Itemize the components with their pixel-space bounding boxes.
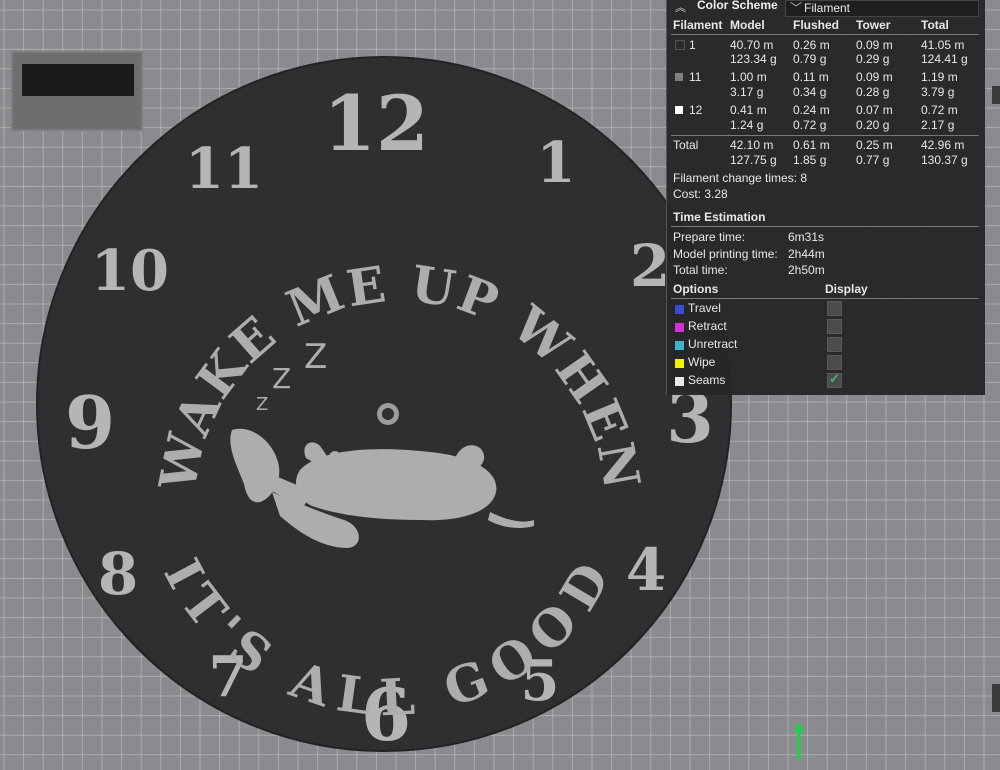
tower-m: 0.09 m: [856, 70, 893, 84]
display-header: Display: [825, 282, 868, 296]
model-m: 0.41 m: [730, 103, 767, 117]
double-chevron-up-icon[interactable]: ︽: [675, 0, 686, 15]
model-g: 123.34 g: [730, 52, 777, 66]
model-g: 1.24 g: [730, 118, 764, 132]
header-flushed: Flushed: [793, 18, 840, 32]
clock-number-1: 1: [537, 130, 576, 196]
checkmark-icon: ✓: [829, 371, 840, 386]
zzz-medium: Z: [272, 362, 291, 395]
model-m: 1.00 m: [730, 70, 767, 84]
retract-display-checkbox[interactable]: [827, 319, 842, 334]
tower-g: 0.28 g: [856, 85, 890, 99]
model-g: 127.75 g: [730, 153, 777, 167]
model-m: 40.70 m: [730, 38, 774, 52]
header-model: Model: [730, 18, 765, 32]
model-printing-time-value: 2h44m: [788, 247, 825, 261]
model-printing-time-label: Model printing time:: [673, 247, 778, 261]
option-label: Retract: [688, 319, 727, 333]
color-scheme-value: Filament: [804, 1, 851, 15]
option-label: Wipe: [688, 355, 716, 369]
total-m: 41.05 m: [921, 38, 965, 52]
right-edge-handle-bottom[interactable]: [992, 684, 1000, 712]
tower-g: 0.29 g: [856, 52, 890, 66]
divider: [671, 298, 979, 299]
cost-value: Cost: 3.28: [673, 187, 728, 201]
secondary-model[interactable]: [11, 51, 143, 131]
model-g: 3.17 g: [730, 85, 764, 99]
zzz-large: Z: [304, 337, 327, 377]
total-g: 130.37 g: [921, 153, 968, 167]
flushed-g: 0.72 g: [793, 118, 827, 132]
filament-swatch: [675, 40, 685, 50]
total-label: Total: [673, 138, 699, 152]
travel-color-swatch: [675, 305, 684, 314]
seams-color-swatch: [675, 377, 684, 386]
total-g: 2.17 g: [921, 118, 955, 132]
divider: [671, 135, 979, 136]
flushed-m: 0.24 m: [793, 103, 830, 117]
chevron-down-icon: ﹀: [790, 1, 803, 15]
flushed-m: 0.26 m: [793, 38, 830, 52]
gcode-legend-panel: ︽ Color Scheme ﹀ Filament Filament Model…: [666, 0, 985, 395]
flushed-g: 1.85 g: [793, 153, 827, 167]
filament-swatch: [675, 73, 683, 81]
flushed-m: 0.11 m: [793, 70, 829, 84]
option-label: Seams: [688, 373, 726, 387]
total-m: 0.72 m: [921, 103, 958, 117]
flushed-g: 0.79 g: [793, 52, 827, 66]
prepare-time-value: 6m31s: [788, 230, 825, 244]
filament-swatch: [675, 106, 683, 114]
clock-number-2: 2: [630, 232, 670, 300]
total-m: 1.19 m: [921, 70, 958, 84]
option-label: Unretract: [688, 337, 738, 351]
retract-color-swatch: [675, 323, 684, 332]
tower-g: 0.20 g: [856, 118, 890, 132]
clock-number-10: 10: [91, 238, 169, 304]
header-filament: Filament: [673, 18, 723, 32]
options-header: Options: [673, 282, 719, 296]
total-time-value: 2h50m: [788, 263, 825, 277]
model-m: 42.10 m: [730, 138, 774, 152]
filament-id: 11: [689, 70, 702, 84]
clock-number-9: 9: [65, 380, 115, 465]
prepare-time-label: Prepare time:: [673, 230, 746, 244]
right-edge-handle-top[interactable]: [992, 86, 1000, 104]
option-label: Travel: [688, 301, 721, 315]
color-scheme-select[interactable]: ﹀ Filament: [785, 0, 979, 17]
flushed-m: 0.61 m: [793, 138, 830, 152]
header-total: Total: [921, 18, 949, 32]
filament-id: 12: [689, 103, 703, 117]
tower-m: 0.07 m: [856, 103, 893, 117]
wipe-display-checkbox[interactable]: [827, 355, 842, 370]
divider: [671, 34, 979, 35]
color-scheme-label: Color Scheme: [697, 0, 778, 12]
seams-display-checkbox[interactable]: ✓: [827, 371, 842, 388]
zzz-small: Z: [256, 394, 268, 415]
color-scheme-header: ︽ Color Scheme ﹀ Filament: [667, 0, 985, 17]
divider: [671, 226, 979, 227]
total-m: 42.96 m: [921, 138, 965, 152]
unretract-display-checkbox[interactable]: [827, 337, 842, 352]
total-g: 3.79 g: [921, 85, 955, 99]
clock-number-11: 11: [185, 136, 263, 202]
filament-change-times: Filament change times: 8: [673, 171, 808, 185]
total-g: 124.41 g: [921, 52, 968, 66]
clock-model[interactable]: 12 1 2 3 4 5 6 7 8 9 10 11 WAKE ME UP WH…: [36, 56, 732, 757]
tower-m: 0.09 m: [856, 38, 893, 52]
total-time-label: Total time:: [673, 263, 728, 277]
header-tower: Tower: [856, 18, 891, 32]
tower-m: 0.25 m: [856, 138, 893, 152]
filament-id: 1: [689, 38, 696, 52]
wipe-color-swatch: [675, 359, 684, 368]
travel-display-checkbox[interactable]: [827, 301, 842, 316]
flushed-g: 0.34 g: [793, 85, 827, 99]
time-estimation-title: Time Estimation: [673, 210, 766, 224]
clock-number-8: 8: [98, 540, 138, 608]
clock-number-12: 12: [323, 79, 429, 168]
tower-g: 0.77 g: [856, 153, 890, 167]
unretract-color-swatch: [675, 341, 684, 350]
clock-number-4: 4: [626, 536, 666, 604]
